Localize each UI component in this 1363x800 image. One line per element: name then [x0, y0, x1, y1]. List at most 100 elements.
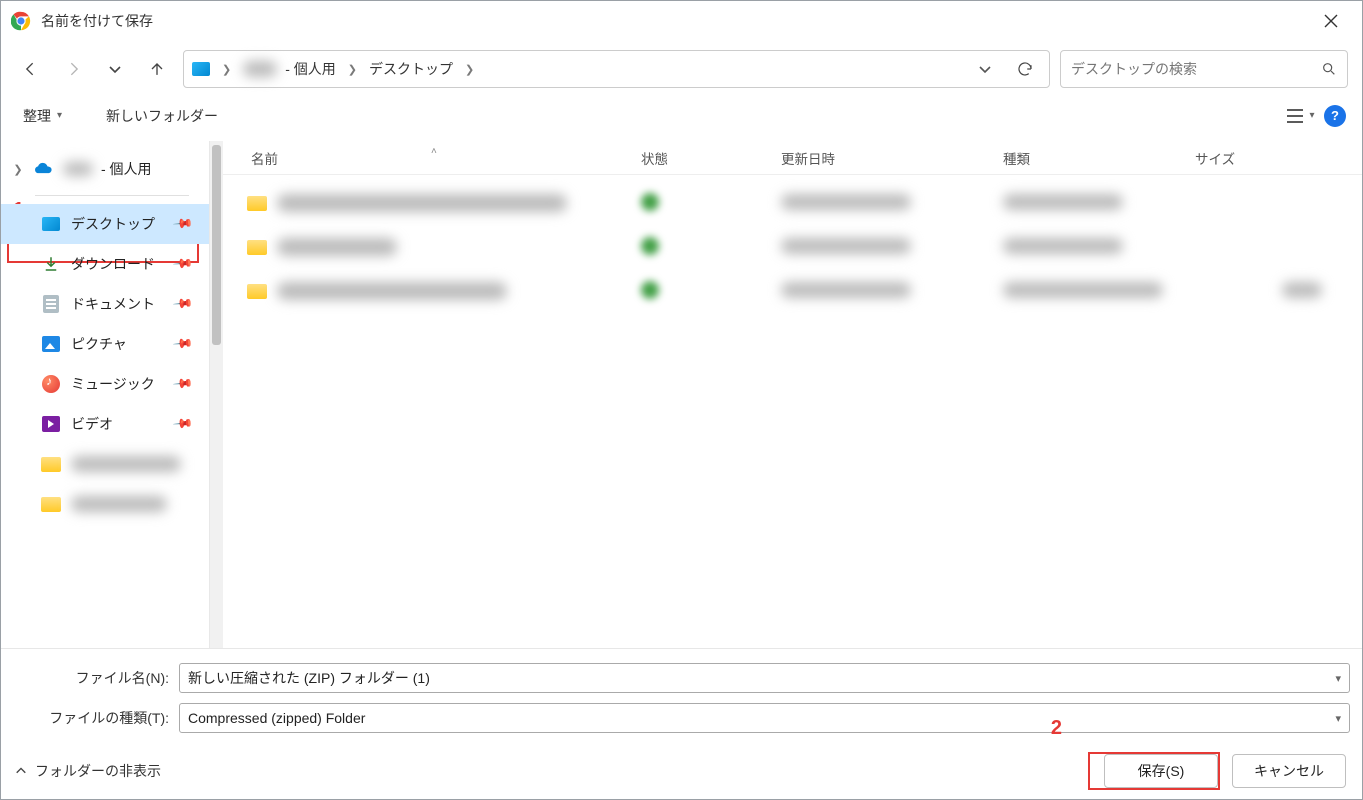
new-folder-label: 新しいフォルダー — [106, 108, 218, 124]
file-row[interactable] — [223, 225, 1362, 269]
chevron-down-icon: ▾ — [1309, 110, 1314, 121]
separator — [35, 195, 189, 196]
quick-label: ミュージック — [71, 374, 155, 394]
quick-access-videos[interactable]: ビデオ 📌 — [1, 404, 209, 444]
quick-access-folder-redacted[interactable] — [1, 444, 209, 484]
chevron-down-icon: ▾ — [57, 110, 62, 121]
breadcrumb-segment[interactable]: - 個人用 — [285, 59, 336, 79]
documents-icon — [41, 294, 61, 314]
onedrive-node[interactable]: ❯ - 個人用 — [1, 151, 209, 187]
pin-icon: 📌 — [172, 373, 195, 396]
pin-icon: 📌 — [172, 293, 195, 316]
status-synced-icon — [641, 193, 659, 211]
quick-label: ピクチャ — [71, 334, 127, 354]
column-state[interactable]: 状態 — [641, 148, 781, 168]
quick-label: デスクトップ — [71, 214, 155, 234]
pin-icon: 📌 — [172, 253, 195, 276]
new-folder-button[interactable]: 新しいフォルダー — [106, 106, 218, 126]
filetype-label: ファイルの種類(T): — [13, 708, 179, 728]
hide-folders-toggle[interactable]: フォルダーの非表示 — [15, 761, 161, 781]
chrome-icon — [11, 11, 31, 31]
chevron-down-icon[interactable]: ▾ — [1335, 672, 1341, 685]
videos-icon — [41, 414, 61, 434]
quick-access-documents[interactable]: ドキュメント 📌 — [1, 284, 209, 324]
pin-icon: 📌 — [172, 213, 195, 236]
chevron-up-icon — [15, 765, 27, 777]
chevron-right-icon: ❯ — [218, 63, 235, 76]
view-options-button[interactable]: ▾ — [1282, 102, 1318, 130]
desktop-icon — [41, 214, 61, 234]
window-title: 名前を付けて保存 — [41, 11, 153, 31]
chevron-right-icon[interactable]: ❯ — [11, 163, 25, 176]
help-button[interactable]: ? — [1324, 105, 1346, 127]
breadcrumb-segment[interactable]: デスクトップ — [369, 59, 453, 79]
annotation-box-2 — [1088, 752, 1220, 790]
sort-asc-icon: ˄ — [431, 146, 437, 157]
column-date[interactable]: 更新日時 — [781, 148, 1003, 168]
filetype-select[interactable]: Compressed (zipped) Folder ▾ — [179, 703, 1350, 733]
filename-value: 新しい圧縮された (ZIP) フォルダー (1) — [188, 668, 430, 688]
address-row: ❯ - 個人用 ❯ デスクトップ ❯ — [1, 41, 1362, 97]
save-as-dialog: 名前を付けて保存 ❯ - 個人用 ❯ デスクトップ ❯ — [0, 0, 1363, 800]
file-row[interactable] — [223, 181, 1362, 225]
breadcrumb-history-button[interactable] — [969, 53, 1001, 85]
folder-icon — [247, 240, 267, 255]
chevron-right-icon: ❯ — [344, 63, 361, 76]
search-input[interactable] — [1071, 61, 1321, 77]
cancel-button-label: キャンセル — [1254, 761, 1324, 781]
chevron-right-icon: ❯ — [461, 63, 478, 76]
cancel-button[interactable]: キャンセル — [1232, 754, 1346, 788]
quick-access-desktop[interactable]: デスクトップ 📌 — [1, 204, 209, 244]
forward-button[interactable] — [57, 53, 89, 85]
chevron-down-icon[interactable]: ▾ — [1335, 712, 1341, 725]
status-synced-icon — [641, 237, 659, 255]
quick-label: ドキュメント — [71, 294, 155, 314]
onedrive-icon — [33, 161, 55, 177]
filetype-value: Compressed (zipped) Folder — [188, 710, 365, 726]
pictures-icon — [41, 334, 61, 354]
scrollbar-thumb[interactable] — [212, 145, 221, 345]
file-list — [223, 175, 1362, 648]
folder-icon — [247, 196, 267, 211]
quick-access-downloads[interactable]: ダウンロード 📌 — [1, 244, 209, 284]
column-name[interactable]: 名前 ˄ — [251, 148, 641, 168]
music-icon — [41, 374, 61, 394]
quick-label: ビデオ — [71, 414, 113, 434]
folder-icon — [41, 454, 61, 474]
folder-icon — [41, 494, 61, 514]
filename-label: ファイル名(N): — [13, 668, 179, 688]
quick-access-pictures[interactable]: ピクチャ 📌 — [1, 324, 209, 364]
save-form: ファイル名(N): 新しい圧縮された (ZIP) フォルダー (1) ▾ ファイ… — [1, 648, 1362, 743]
refresh-button[interactable] — [1009, 53, 1041, 85]
recent-locations-button[interactable] — [99, 53, 131, 85]
file-pane: 名前 ˄ 状態 更新日時 種類 サイズ — [223, 141, 1362, 648]
navigation-pane: ❯ - 個人用 デスクトップ 📌 ダウンロード 📌 — [1, 141, 209, 648]
quick-access-music[interactable]: ミュージック 📌 — [1, 364, 209, 404]
column-headers[interactable]: 名前 ˄ 状態 更新日時 種類 サイズ — [223, 141, 1362, 175]
file-row[interactable] — [223, 269, 1362, 313]
pin-icon: 📌 — [172, 413, 195, 436]
search-box[interactable] — [1060, 50, 1348, 88]
column-name-label: 名前 — [251, 152, 278, 167]
quick-label: ダウンロード — [71, 254, 155, 274]
column-size[interactable]: サイズ — [1195, 148, 1362, 168]
status-synced-icon — [641, 281, 659, 299]
pin-icon: 📌 — [172, 333, 195, 356]
back-button[interactable] — [15, 53, 47, 85]
organize-menu[interactable]: 整理 ▾ — [23, 106, 62, 126]
download-icon — [41, 254, 61, 274]
hide-folders-label: フォルダーの非表示 — [35, 761, 161, 781]
search-icon — [1321, 61, 1337, 77]
folder-icon — [247, 284, 267, 299]
filename-input[interactable]: 新しい圧縮された (ZIP) フォルダー (1) ▾ — [179, 663, 1350, 693]
column-kind[interactable]: 種類 — [1003, 148, 1195, 168]
close-button[interactable] — [1308, 5, 1354, 37]
sidebar-scrollbar[interactable] — [209, 141, 223, 648]
desktop-icon — [192, 62, 210, 76]
body: 1 ❯ - 個人用 デスクトップ 📌 ダウンロード — [1, 141, 1362, 648]
up-button[interactable] — [141, 53, 173, 85]
organize-label: 整理 — [23, 106, 51, 126]
quick-access-folder-redacted[interactable] — [1, 484, 209, 524]
toolbar: 整理 ▾ 新しいフォルダー ▾ ? — [1, 97, 1362, 141]
breadcrumb-bar[interactable]: ❯ - 個人用 ❯ デスクトップ ❯ — [183, 50, 1050, 88]
